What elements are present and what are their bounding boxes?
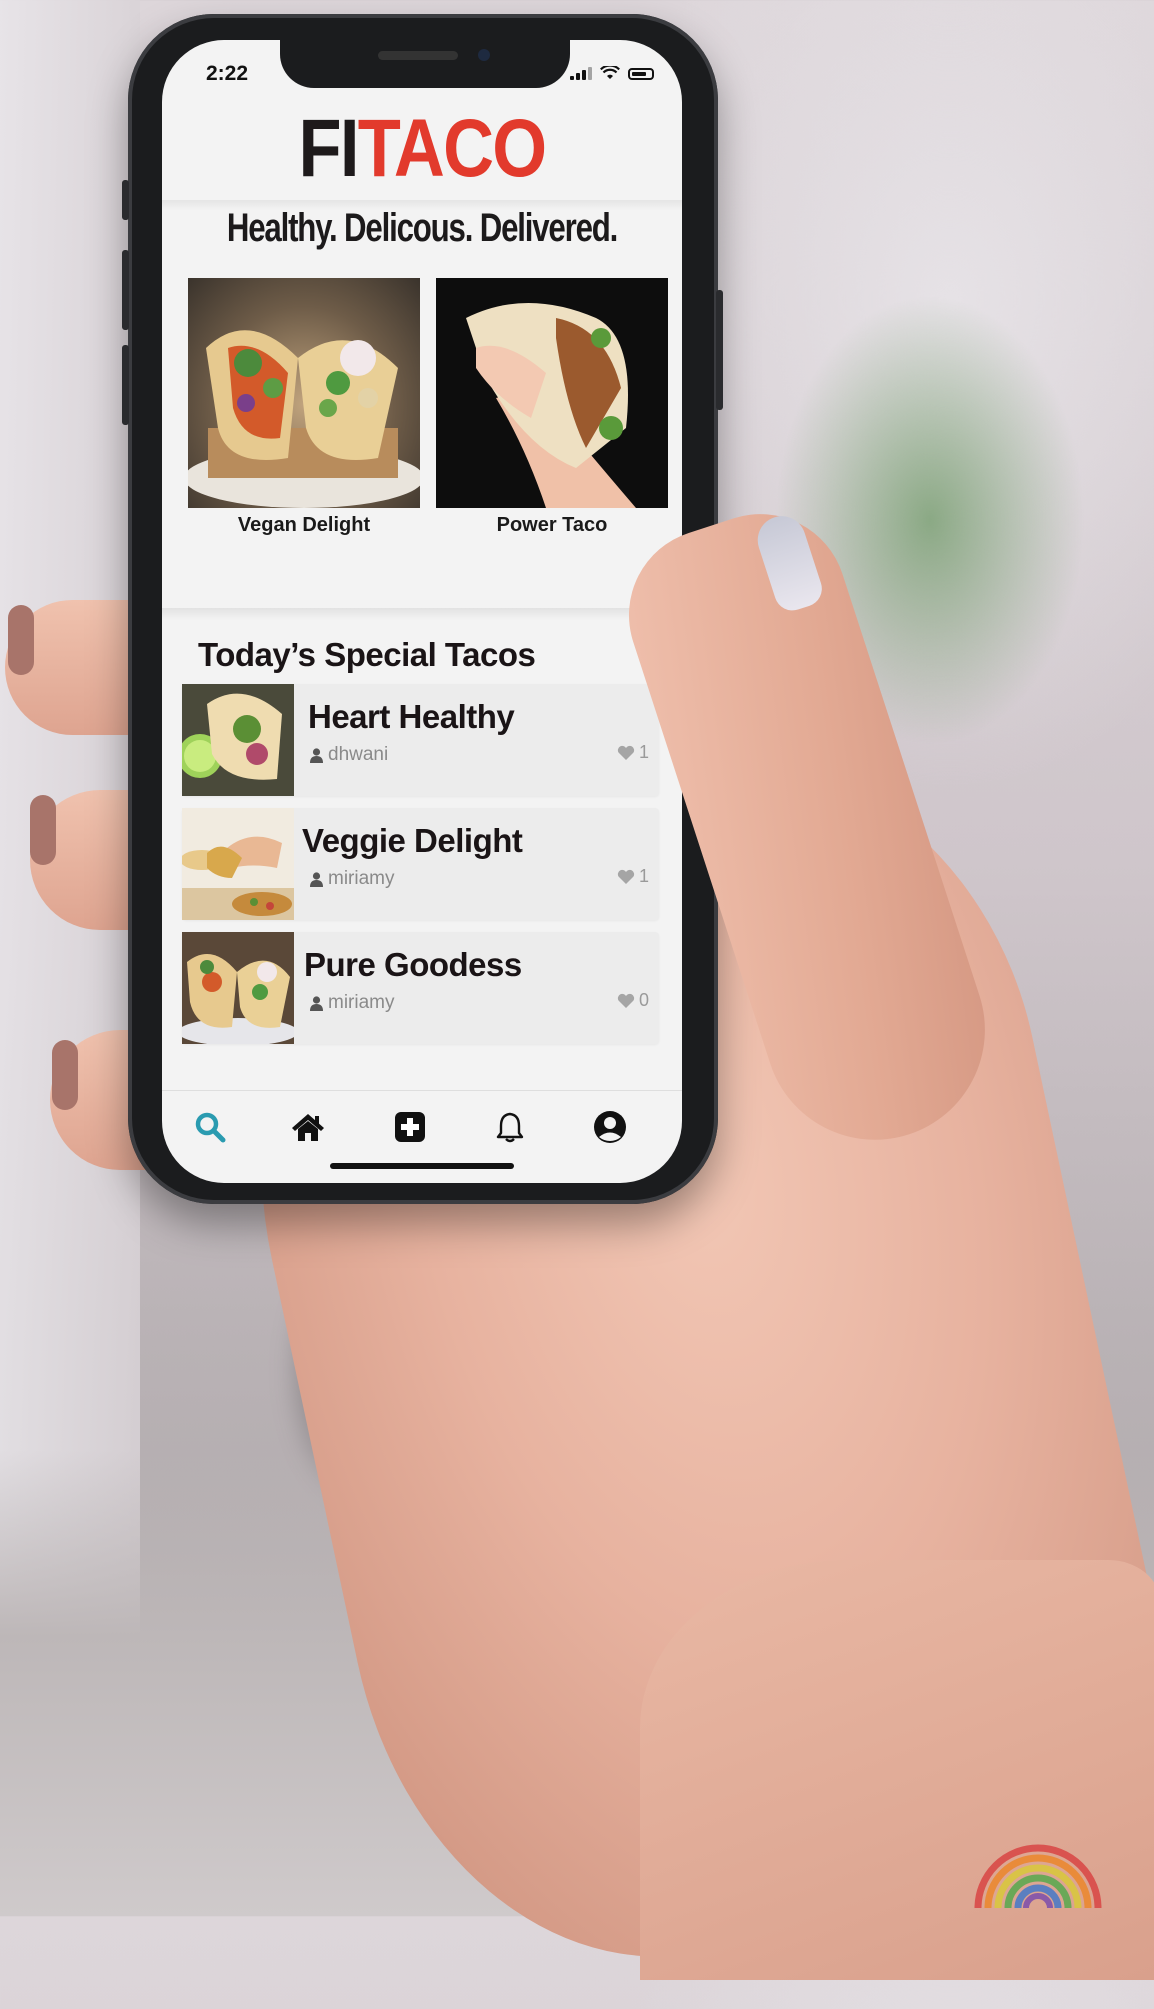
- status-time: 2:22: [206, 62, 249, 85]
- home-indicator[interactable]: [330, 1163, 514, 1169]
- fingernail: [30, 795, 56, 865]
- profile-icon: [594, 1111, 626, 1143]
- like-count: 0: [638, 990, 649, 1010]
- card-author[interactable]: miriamy: [310, 868, 395, 890]
- logo-text-dark: FI: [298, 103, 360, 194]
- wifi-icon: [600, 66, 620, 79]
- card-thumbnail: [182, 808, 294, 920]
- heart-icon: [617, 745, 635, 760]
- like-count: 1: [638, 866, 649, 886]
- battery-icon: [628, 68, 654, 80]
- home-icon: [292, 1114, 324, 1141]
- phone-power-button: [716, 290, 723, 410]
- special-card-veggie-delight[interactable]: Veggie Delight miriamy 1: [182, 808, 659, 920]
- user-icon: [310, 995, 323, 1011]
- section-divider: [162, 608, 682, 620]
- bell-icon: [496, 1112, 524, 1143]
- featured-label-vegan-delight[interactable]: Vegan Delight: [188, 514, 420, 537]
- card-author[interactable]: dhwani: [310, 744, 388, 766]
- section-title: Today’s Special Tacos: [198, 636, 536, 673]
- card-author-name: miriamy: [328, 868, 395, 889]
- card-title: Heart Healthy: [308, 698, 515, 735]
- search-icon: [195, 1112, 226, 1143]
- rainbow-tattoo: [974, 1844, 1102, 1909]
- app-logo: FITACO: [198, 102, 645, 196]
- signal-icon: [570, 67, 592, 80]
- phone-volume-down: [122, 345, 129, 425]
- heart-icon: [617, 869, 635, 884]
- card-title: Pure Goodess: [304, 946, 522, 983]
- like-count: 1: [638, 742, 649, 762]
- card-author[interactable]: miriamy: [310, 992, 395, 1014]
- speaker-grille: [378, 51, 458, 60]
- tab-home[interactable]: [286, 1105, 330, 1149]
- card-author-name: miriamy: [328, 992, 395, 1013]
- tab-add[interactable]: [388, 1105, 432, 1149]
- special-card-heart-healthy[interactable]: Heart Healthy dhwani 1: [182, 684, 659, 796]
- special-card-pure-goodess[interactable]: Pure Goodess miriamy 0: [182, 932, 659, 1044]
- hand-taco-illustration: [466, 303, 636, 508]
- add-icon: [395, 1112, 425, 1142]
- phone-volume-up: [122, 250, 129, 330]
- phone-notch: [280, 40, 570, 88]
- tagline: Healthy. Delicous. Delivered.: [226, 206, 618, 250]
- featured-image-power-taco[interactable]: [436, 278, 668, 508]
- like-button[interactable]: 1: [617, 866, 649, 887]
- front-camera: [478, 49, 490, 61]
- card-thumbnail: [182, 932, 294, 1044]
- fingernail: [8, 605, 34, 675]
- fingernail: [52, 1040, 78, 1110]
- heart-icon: [617, 993, 635, 1008]
- tab-bar: [162, 1090, 682, 1151]
- tab-search[interactable]: [188, 1105, 232, 1149]
- tab-notifications[interactable]: [488, 1105, 532, 1149]
- like-button[interactable]: 1: [617, 742, 649, 763]
- user-icon: [310, 871, 323, 887]
- like-button[interactable]: 0: [617, 990, 649, 1011]
- taco-plate-illustration: [188, 330, 420, 508]
- featured-label-power-taco[interactable]: Power Taco: [436, 514, 668, 537]
- card-title: Veggie Delight: [302, 822, 523, 859]
- user-icon: [310, 747, 323, 763]
- card-author-name: dhwani: [328, 744, 389, 765]
- status-icons: [570, 66, 654, 80]
- phone-mute-switch: [122, 180, 129, 220]
- card-thumbnail: [182, 684, 294, 796]
- featured-image-vegan-delight[interactable]: [188, 278, 420, 508]
- tab-profile[interactable]: [588, 1105, 632, 1149]
- logo-text-accent: TACO: [357, 103, 547, 194]
- app-screen: 2:22 FITACO Healthy. Delicous. Delivered…: [162, 40, 682, 1183]
